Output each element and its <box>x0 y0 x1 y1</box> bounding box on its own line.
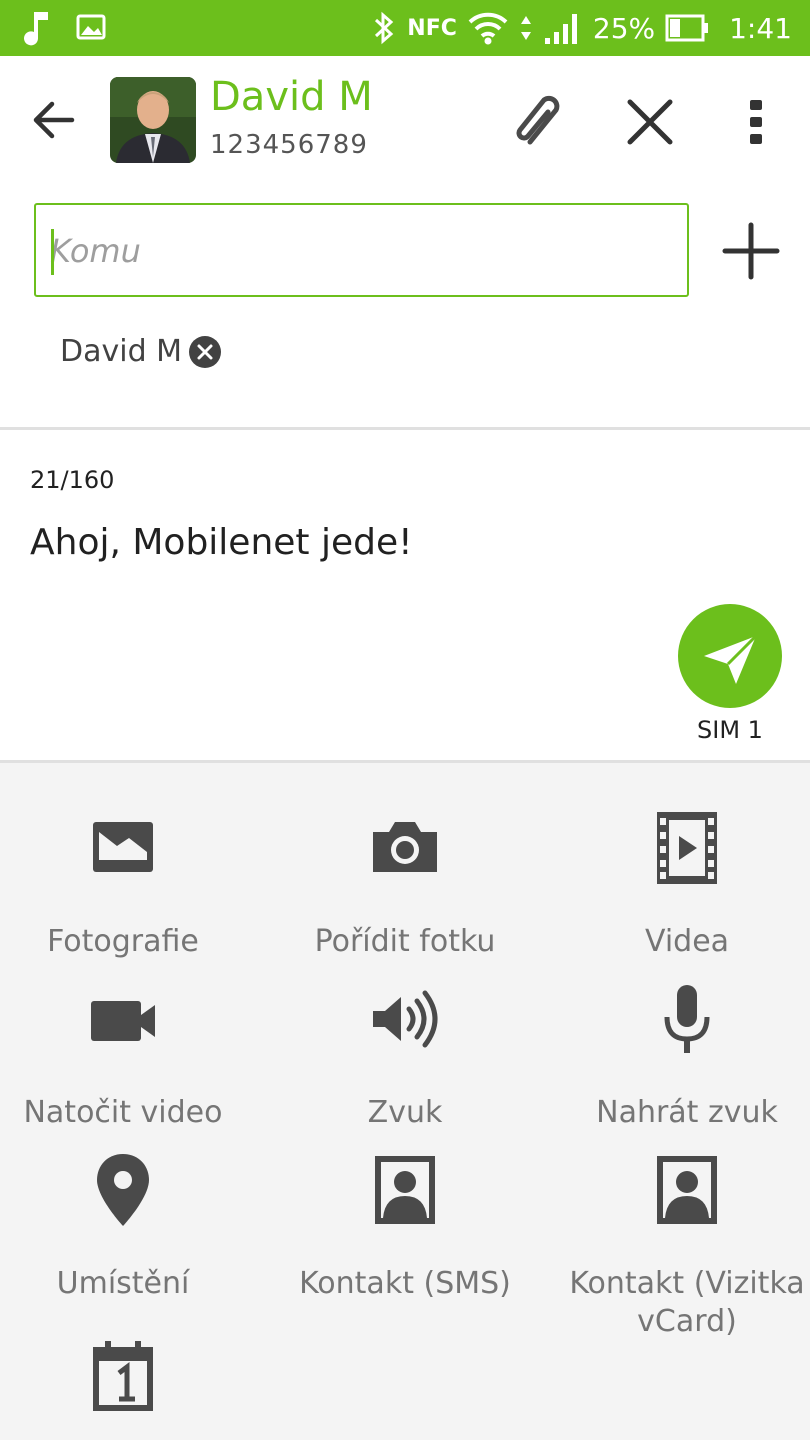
divider <box>0 427 810 430</box>
recipient-chip[interactable]: David M <box>60 334 222 369</box>
location-pin-icon <box>97 1154 149 1226</box>
contact-number: 123456789 <box>210 130 368 160</box>
signal-icon <box>544 14 577 44</box>
close-icon <box>627 99 673 145</box>
paperclip-icon <box>516 95 560 145</box>
bluetooth-icon <box>375 11 394 45</box>
attach-location-label: Umístění <box>56 1266 190 1301</box>
wifi-icon <box>468 12 508 45</box>
data-transfer-icon <box>520 16 531 40</box>
attach-contact-sms-label: Kontakt (SMS) <box>299 1266 511 1301</box>
plus-icon <box>722 222 780 280</box>
battery-icon <box>665 14 709 42</box>
contact-card-icon <box>375 1156 435 1224</box>
overflow-menu-button[interactable] <box>736 90 776 154</box>
character-counter: 21/160 <box>30 466 115 494</box>
film-icon <box>657 812 717 884</box>
recipient-chip-label: David M <box>60 334 183 369</box>
app-bar: David M 123456789 <box>0 56 810 184</box>
attach-button[interactable] <box>508 90 572 154</box>
attach-record-audio-label: Nahrát zvuk <box>596 1095 778 1130</box>
contact-photo-icon <box>110 77 196 163</box>
recipient-field[interactable] <box>34 203 689 297</box>
videocam-icon <box>91 1001 155 1041</box>
back-button[interactable] <box>28 94 80 146</box>
picture-icon <box>93 822 153 872</box>
attach-photos-label: Fotografie <box>47 924 199 959</box>
calendar-icon <box>93 1341 153 1411</box>
battery-percent: 25% <box>592 11 656 45</box>
more-vert-icon <box>750 100 762 144</box>
attach-take-photo-label: Pořídit fotku <box>314 924 496 959</box>
attach-videos-label: Videa <box>644 924 730 959</box>
clock: 1:41 <box>729 11 792 45</box>
contact-card-icon <box>657 1156 717 1224</box>
contact-name[interactable]: David M <box>210 74 373 120</box>
remove-recipient-button[interactable] <box>188 335 222 369</box>
status-bar: NFC 25% 1:41 <box>0 0 810 56</box>
nfc-indicator: NFC <box>407 15 457 41</box>
speaker-icon <box>373 990 438 1048</box>
sim-label: SIM 1 <box>697 716 763 744</box>
attach-audio-label: Zvuk <box>367 1095 443 1130</box>
camera-icon <box>373 822 437 872</box>
attach-record-video-label: Natočit video <box>23 1095 223 1130</box>
discard-button[interactable] <box>618 90 682 154</box>
music-note-icon <box>24 12 48 46</box>
image-notification-icon <box>76 14 106 40</box>
arrow-back-icon <box>33 101 75 139</box>
attachment-panel: Fotografie Pořídit fotku Videa Natočit v… <box>0 760 810 1440</box>
message-body[interactable]: Ahoj, Mobilenet jede! <box>30 522 413 563</box>
attach-contact-vcard-label: Kontakt (Vizitka vCard) <box>569 1266 805 1339</box>
text-cursor <box>51 229 54 275</box>
add-recipient-button[interactable] <box>720 220 782 282</box>
mic-icon <box>664 985 710 1053</box>
send-button[interactable] <box>678 604 782 708</box>
remove-circle-icon <box>189 335 222 368</box>
send-icon <box>704 634 758 684</box>
recipient-input[interactable] <box>50 223 650 279</box>
avatar[interactable] <box>110 77 196 163</box>
